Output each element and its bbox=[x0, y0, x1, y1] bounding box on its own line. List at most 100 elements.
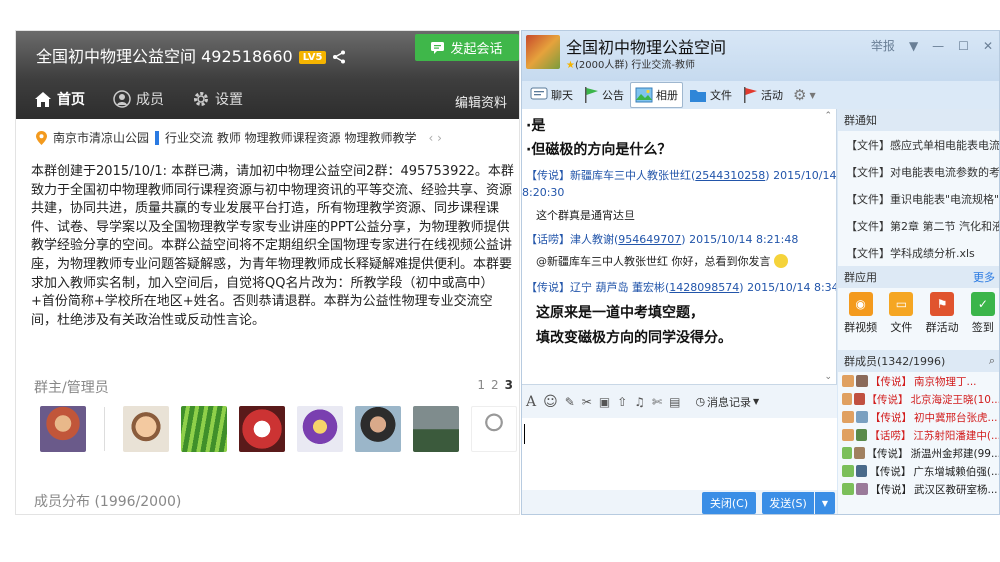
location-pin-icon bbox=[36, 130, 47, 145]
share-icon[interactable] bbox=[332, 49, 346, 68]
page-2[interactable]: 2 bbox=[491, 378, 499, 392]
member-avatar bbox=[842, 375, 854, 387]
gear-icon bbox=[194, 92, 208, 106]
group-description: 本群创建于2015/10/1: 本群已满，请加初中物理公益空间2群：495753… bbox=[31, 164, 514, 328]
chat-text-line: 这原来是一道中考填空题， bbox=[536, 305, 704, 321]
avatar[interactable] bbox=[355, 406, 401, 452]
avatar[interactable] bbox=[413, 406, 459, 452]
send-bar: 关闭(C) 发送(S) ▼ bbox=[522, 490, 837, 514]
group-tags: 南京市清凉山公园 行业交流 教师 物理教师课程资源 物理教师教学 ‹ › bbox=[36, 129, 519, 146]
side-panel: 群通知 【文件】感应式单相电能表电流参... 【文件】对电能表电流参数的考查..… bbox=[838, 109, 999, 514]
screenshot-icon[interactable]: ✂ bbox=[582, 395, 592, 409]
avatar[interactable] bbox=[239, 406, 285, 452]
message-header: 【传说】新疆库车三中人教张世红(2544310258) 2015/10/14 bbox=[526, 169, 837, 182]
qq-link[interactable]: 2544310258 bbox=[695, 169, 765, 182]
member-avatar bbox=[842, 465, 854, 477]
member-item[interactable]: 【话唠】 江苏射阳潘建中(... bbox=[838, 426, 999, 444]
nav-settings[interactable]: 设置 bbox=[192, 89, 243, 109]
music-icon[interactable]: ♫ bbox=[634, 395, 645, 409]
chat-text-line: 填改变磁极方向的同学没得分。 bbox=[536, 330, 732, 346]
tab-announcement[interactable]: 公告 bbox=[579, 82, 628, 108]
user-icon bbox=[113, 90, 131, 108]
avatar[interactable] bbox=[471, 406, 517, 452]
page-3[interactable]: 3 bbox=[505, 378, 513, 392]
dropdown-icon[interactable]: ▼ bbox=[909, 39, 918, 53]
app-video[interactable]: ◉ 群视频 bbox=[844, 292, 877, 335]
maximize-icon[interactable]: ☐ bbox=[958, 39, 969, 53]
close-icon[interactable]: ✕ bbox=[983, 39, 993, 53]
flag-icon bbox=[585, 87, 598, 103]
notice-item[interactable]: 【文件】学科成绩分析.xls bbox=[838, 239, 999, 266]
member-avatar bbox=[842, 393, 853, 405]
image-icon[interactable]: ▣ bbox=[599, 395, 610, 409]
qq-link[interactable]: 1428098574 bbox=[669, 281, 739, 294]
member-item[interactable]: 【传说】 广东增城赖伯强(... bbox=[838, 462, 999, 480]
member-item[interactable]: 【传说】 北京海淀王晓(10... bbox=[838, 390, 999, 408]
tab-activity[interactable]: 活动 bbox=[738, 82, 787, 108]
member-avatar bbox=[856, 483, 868, 495]
group-apps: ◉ 群视频 ▭ 文件 ⚑ 群活动 ✓ 签到 bbox=[838, 288, 999, 350]
app-files[interactable]: ▭ 文件 bbox=[889, 292, 914, 335]
nav-members[interactable]: 成员 bbox=[113, 89, 164, 109]
avatar[interactable] bbox=[297, 406, 343, 452]
tab-chat[interactable]: 聊天 bbox=[526, 82, 577, 108]
member-item[interactable]: 【传说】 浙温州金邦建(99... bbox=[838, 444, 999, 462]
notice-item[interactable]: 【文件】重识电能表"电流规格"的... bbox=[838, 185, 999, 212]
message-input[interactable] bbox=[522, 418, 837, 490]
profile-header: 全国初中物理公益空间 492518660 LV5 发起会话 首页 成员 设置 编辑… bbox=[16, 31, 519, 119]
tag-scroll-arrows[interactable]: ‹ › bbox=[428, 131, 441, 145]
tag-separator bbox=[155, 130, 160, 145]
app-checkin[interactable]: ✓ 签到 bbox=[970, 292, 995, 335]
member-avatar bbox=[854, 447, 865, 459]
app-activity[interactable]: ⚑ 群活动 bbox=[926, 292, 959, 335]
more-tools-icon[interactable]: ▤ bbox=[669, 395, 680, 409]
member-item[interactable]: 【传说】 南京物理丁... bbox=[838, 372, 999, 390]
qq-link[interactable]: 954649707 bbox=[618, 233, 681, 246]
group-chat-window: 全国初中物理公益空间 ★(2000人群) 行业交流-教师 举报 ▼ — ☐ ✕ … bbox=[521, 30, 1000, 515]
location-text[interactable]: 南京市清凉山公园 bbox=[53, 129, 149, 146]
upload-icon[interactable]: ⇧ bbox=[617, 395, 627, 409]
page-1[interactable]: 1 bbox=[477, 378, 485, 392]
tab-files[interactable]: 文件 bbox=[685, 82, 736, 108]
notices-header: 群通知 bbox=[838, 109, 999, 131]
chat-bubble-icon bbox=[431, 41, 445, 54]
close-button[interactable]: 关闭(C) bbox=[702, 492, 756, 514]
member-item[interactable]: 【传说】 武汉区教研室杨... bbox=[838, 480, 999, 498]
nav-home[interactable]: 首页 bbox=[34, 89, 85, 109]
member-avatar bbox=[856, 411, 868, 423]
text-caret bbox=[524, 424, 525, 444]
window-title: 全国初中物理公益空间 bbox=[566, 38, 727, 57]
admin-section-label: 群主/管理员 bbox=[34, 380, 109, 396]
font-icon[interactable]: A bbox=[526, 394, 536, 410]
tags-text: 行业交流 教师 物理教师课程资源 物理教师教学 bbox=[165, 131, 417, 145]
report-link[interactable]: 举报 bbox=[871, 37, 895, 54]
magic-icon[interactable]: ✎ bbox=[565, 395, 575, 409]
admin-pager: 1 2 3 bbox=[477, 378, 513, 392]
scroll-down-icon[interactable]: ⌄ bbox=[824, 372, 832, 382]
history-button[interactable]: ◷ 消息记录 ▼ bbox=[695, 394, 759, 410]
minimize-icon[interactable]: — bbox=[932, 39, 944, 53]
divider bbox=[104, 407, 105, 451]
emoji-icon[interactable]: ☺ bbox=[543, 394, 558, 410]
avatar[interactable] bbox=[40, 406, 86, 452]
avatar[interactable] bbox=[123, 406, 169, 452]
notice-item[interactable]: 【文件】第2章 第二节 汽化和液化... bbox=[838, 212, 999, 239]
tab-album[interactable]: 相册 bbox=[630, 82, 683, 108]
send-options-icon[interactable]: ▼ bbox=[815, 492, 835, 514]
start-chat-button[interactable]: 发起会话 bbox=[415, 34, 519, 61]
cut-icon[interactable]: ✄ bbox=[652, 395, 662, 409]
apps-more-link[interactable]: 更多 bbox=[973, 269, 995, 285]
send-button[interactable]: 发送(S) bbox=[762, 492, 814, 514]
member-avatar bbox=[842, 411, 854, 423]
member-search-icon[interactable]: ⌕ bbox=[989, 354, 995, 368]
group-title: 全国初中物理公益空间 492518660 LV5 bbox=[36, 43, 346, 68]
member-item[interactable]: 【传说】 初中冀邢台张虎... bbox=[838, 408, 999, 426]
chat-messages[interactable]: ·是 ·但磁极的方向是什么？ 【传说】新疆库车三中人教张世红(254431025… bbox=[522, 109, 837, 384]
notice-item[interactable]: 【文件】感应式单相电能表电流参... bbox=[838, 131, 999, 158]
tab-more[interactable]: ⚙ ▼ bbox=[789, 82, 820, 108]
edit-info-link[interactable]: 编辑资料 bbox=[455, 92, 507, 111]
group-logo[interactable] bbox=[526, 35, 560, 69]
notice-item[interactable]: 【文件】对电能表电流参数的考查... bbox=[838, 158, 999, 185]
avatar[interactable] bbox=[181, 406, 227, 452]
scroll-up-icon[interactable]: ⌃ bbox=[824, 111, 832, 121]
